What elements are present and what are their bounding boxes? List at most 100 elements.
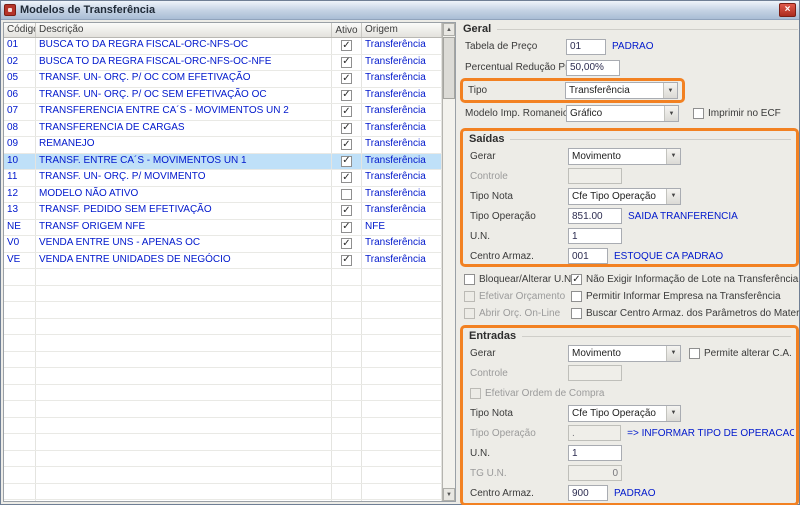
column-header-descricao[interactable]: Descrição <box>36 23 332 37</box>
nao-exigir-lote-label: Não Exigir Informação de Lote na Transfe… <box>586 274 799 285</box>
row-descricao: TRANSF. UN- ORÇ. P/ OC COM EFETIVAÇÃO <box>36 71 332 87</box>
buscar-centro-armaz-checkbox[interactable] <box>571 308 582 319</box>
table-row[interactable]: 05 TRANSF. UN- ORÇ. P/ OC COM EFETIVAÇÃO ✓… <box>4 71 442 88</box>
ativo-checkbox[interactable]: ✓ <box>341 139 352 151</box>
window: Modelos de Transferência × Código Descri… <box>0 0 800 505</box>
entradas-gerar-dropdown[interactable]: Movimento ▼ <box>568 344 681 362</box>
table-row[interactable]: 07 TRANSFERENCIA ENTRE CA´S - MOVIMENTOS … <box>4 104 442 121</box>
options-row-3: Abrir Orç. On-Line Buscar Centro Armaz. … <box>459 305 800 322</box>
tipo-dropdown[interactable]: Transferência ▼ <box>565 82 678 99</box>
entradas-un-input[interactable]: 1 <box>568 445 622 461</box>
table-row[interactable]: 13 TRANSF. PEDIDO SEM EFETIVAÇÃO ✓ Transfer… <box>4 203 442 220</box>
dropdown-arrow-icon[interactable]: ▼ <box>666 345 680 361</box>
vertical-scrollbar[interactable]: ▲ ▼ <box>442 23 455 501</box>
options-row-2: Efetivar Orçamento Permitir Informar Emp… <box>459 288 800 305</box>
table-row[interactable]: V0 VENDA ENTRE UNS - APENAS OC ✓ Transferên… <box>4 236 442 253</box>
table-row[interactable]: 01 BUSCA TO DA REGRA FISCAL-ORC-NFS-OC ✓ Tr… <box>4 38 442 55</box>
empty-cell <box>4 483 36 499</box>
saidas-field-controle: Controle <box>465 166 794 186</box>
table-row[interactable]: NE TRANSF ORIGEM NFE ✓ NFE <box>4 219 442 236</box>
close-button[interactable]: × <box>779 3 796 17</box>
bloquear-alterar-un-checkbox[interactable] <box>464 274 475 285</box>
column-header-codigo[interactable]: Código <box>4 23 36 37</box>
entradas-controle-label: Controle <box>470 367 508 379</box>
ativo-checkbox[interactable] <box>341 188 352 200</box>
saidas-centro-armaz-input[interactable]: 001 <box>568 248 608 264</box>
saidas-gerar-label: Gerar <box>470 150 496 162</box>
table-row[interactable]: 12 MODELO NÃO ATIVO Transferência <box>4 186 442 203</box>
entradas-field-tipo-operacao: Tipo Operação . => INFORMAR TIPO DE OPER… <box>465 423 794 443</box>
table-row[interactable]: 09 REMANEJO ✓ Transferência <box>4 137 442 154</box>
imprimir-ecf-checkbox[interactable] <box>693 108 704 119</box>
table-row-empty <box>4 285 442 302</box>
ativo-checkbox[interactable]: ✓ <box>341 254 352 266</box>
dropdown-arrow-icon[interactable]: ▼ <box>666 405 680 421</box>
ativo-checkbox[interactable]: ✓ <box>341 238 352 250</box>
entradas-field-efetivar-ordem: Efetivar Ordem de Compra <box>465 383 794 403</box>
empty-cell <box>36 335 332 351</box>
column-header-origem[interactable]: Origem <box>362 23 442 37</box>
table-row-empty <box>4 384 442 401</box>
tabela-preco-input[interactable]: 01 <box>566 38 606 55</box>
ativo-checkbox[interactable]: ✓ <box>341 155 352 167</box>
table-row[interactable]: VE VENDA ENTRE UNIDADES DE NEGÓCIO ✓ Transf… <box>4 252 442 269</box>
field-tabela-preco: Tabela de Preço 01 PADRAO <box>459 36 800 57</box>
tipo-orange-highlight: Tipo Transferência ▼ <box>460 78 685 103</box>
row-descricao: TRANSF ORIGEM NFE <box>36 219 332 235</box>
dropdown-arrow-icon[interactable]: ▼ <box>666 188 680 204</box>
ativo-checkbox[interactable]: ✓ <box>341 172 352 184</box>
grid-body: 01 BUSCA TO DA REGRA FISCAL-ORC-NFS-OC ✓ Tr… <box>4 38 442 501</box>
saidas-gerar-dropdown[interactable]: Movimento ▼ <box>568 147 681 165</box>
empty-cell <box>362 335 442 351</box>
table-row[interactable]: 10 TRANSF. ENTRE CA´S - MOVIMENTOS UN 1 ✓ T… <box>4 153 442 170</box>
ativo-checkbox[interactable]: ✓ <box>341 73 352 85</box>
ativo-checkbox[interactable]: ✓ <box>341 221 352 233</box>
ativo-checkbox[interactable]: ✓ <box>341 40 352 52</box>
table-row[interactable]: 06 TRANSF. UN- ORÇ. P/ OC SEM EFETIVAÇÃO … <box>4 87 442 104</box>
empty-cell <box>332 384 362 400</box>
row-codigo: VE <box>4 252 36 268</box>
saidas-un-input[interactable]: 1 <box>568 228 622 244</box>
saidas-field-un: U.N. 1 <box>465 226 794 246</box>
bloquear-alterar-un-label: Bloquear/Alterar U.N. <box>479 274 575 285</box>
nao-exigir-lote-checkbox[interactable]: ✓ <box>571 274 582 285</box>
entradas-centro-armaz-input[interactable]: 900 <box>568 485 608 501</box>
column-header-ativo[interactable]: Ativo <box>332 23 362 37</box>
scroll-down-icon[interactable]: ▼ <box>443 488 455 501</box>
saidas-title: Saídas <box>469 133 505 145</box>
romaneio-dropdown[interactable]: Gráfico ▼ <box>566 105 679 122</box>
row-descricao: REMANEJO <box>36 137 332 153</box>
table-row[interactable]: 11 TRANSF. UN- ORÇ. P/ MOVIMENTO ✓ Transfer… <box>4 170 442 187</box>
dropdown-arrow-icon[interactable]: ▼ <box>664 106 678 121</box>
ativo-checkbox[interactable]: ✓ <box>341 56 352 68</box>
saidas-un-label: U.N. <box>470 230 490 242</box>
scrollbar-track[interactable] <box>443 99 455 488</box>
empty-cell <box>332 434 362 450</box>
entradas-field-controle: Controle <box>465 363 794 383</box>
buscar-centro-armaz-label: Buscar Centro Armaz. dos Parâmetros do M… <box>586 308 800 319</box>
dropdown-arrow-icon[interactable]: ▼ <box>663 83 677 98</box>
entradas-tipo-operacao-desc: => INFORMAR TIPO DE OPERACAO <box>627 427 794 439</box>
saidas-tipo-nota-dropdown[interactable]: Cfe Tipo Operação ▼ <box>568 187 681 205</box>
ativo-checkbox[interactable]: ✓ <box>341 205 352 217</box>
entradas-tipo-nota-dropdown[interactable]: Cfe Tipo Operação ▼ <box>568 404 681 422</box>
entradas-gerar-label: Gerar <box>470 347 496 359</box>
table-row[interactable]: 08 TRANSFERENCIA DE CARGAS ✓ Transferência <box>4 120 442 137</box>
empty-cell <box>332 335 362 351</box>
scroll-up-icon[interactable]: ▲ <box>443 23 455 36</box>
titlebar[interactable]: Modelos de Transferência × <box>1 1 799 20</box>
ativo-checkbox[interactable]: ✓ <box>341 89 352 101</box>
empty-cell <box>362 467 442 483</box>
empty-cell <box>362 434 442 450</box>
ativo-checkbox[interactable]: ✓ <box>341 106 352 118</box>
scrollbar-thumb[interactable] <box>443 37 455 99</box>
percentual-input[interactable]: 50,00% <box>566 59 620 76</box>
saidas-tipo-operacao-input[interactable]: 851.00 <box>568 208 622 224</box>
efetivar-orcamento-checkbox <box>464 291 475 302</box>
permitir-informar-empresa-checkbox[interactable] <box>571 291 582 302</box>
permite-alterar-ca-checkbox[interactable] <box>689 347 700 359</box>
dropdown-arrow-icon[interactable]: ▼ <box>666 148 680 164</box>
ativo-checkbox[interactable]: ✓ <box>341 122 352 134</box>
row-ativo-cell <box>332 186 362 202</box>
table-row[interactable]: 02 BUSCA TO DA REGRA FISCAL-ORC-NFS-OC-NF… <box>4 54 442 71</box>
